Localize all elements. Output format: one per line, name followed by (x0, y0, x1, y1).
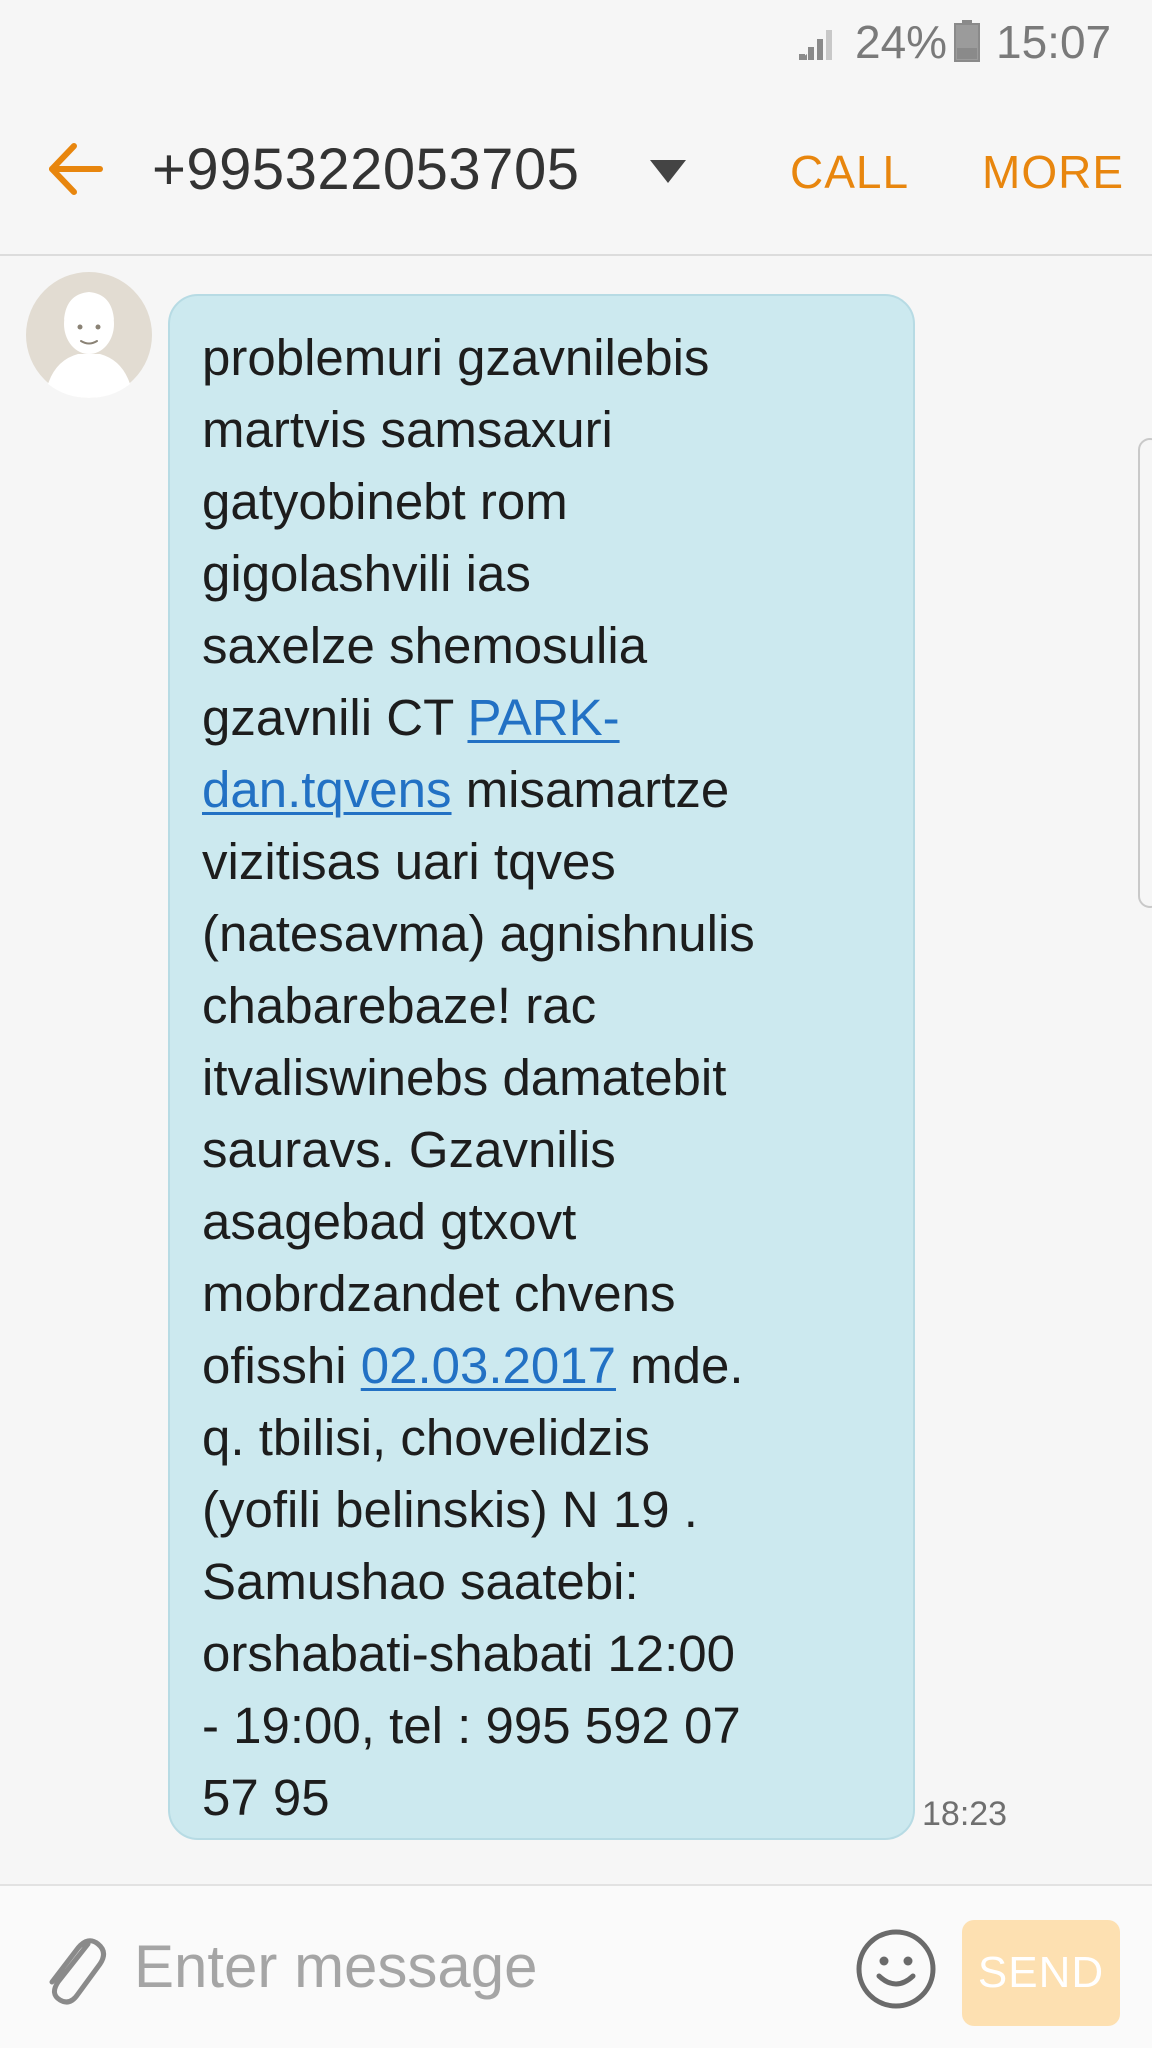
message-line: mobrdzandet chvens (202, 1258, 881, 1330)
arrow-left-icon[interactable] (44, 138, 106, 200)
message-line: orshabati-shabati 12:00 (202, 1618, 881, 1690)
message-line: martvis samsaxuri (202, 394, 881, 466)
app-header: +995322053705 CALL MORE (0, 86, 1152, 256)
message-bubble[interactable]: problemuri gzavnilebis martvis samsaxuri g… (168, 294, 915, 1840)
message-line: vizitisas uari tqves (202, 826, 881, 898)
message-text-segment: sauravs. Gzavnilis (202, 1121, 616, 1178)
message-line: saxelze shemosulia (202, 610, 881, 682)
message-text-segment: ofisshi (202, 1337, 361, 1394)
contact-number[interactable]: +995322053705 (152, 134, 579, 206)
message-line: 57 95 (202, 1762, 881, 1834)
message-text-segment: orshabati-shabati 12:00 (202, 1625, 736, 1682)
message-text-segment: 57 95 (202, 1769, 330, 1826)
message-line: ofisshi 02.03.2017 mde. (202, 1330, 881, 1402)
message-text-segment: q. tbilisi, chovelidzis (202, 1409, 650, 1466)
message-text-segment: (yofili belinskis) N 19 . (202, 1481, 698, 1538)
message-line: - 19:00, tel : 995 592 07 (202, 1690, 881, 1762)
message-link[interactable]: PARK- (467, 689, 619, 746)
scroll-handle[interactable] (1138, 438, 1152, 908)
status-bar: 24% 15:07 (0, 0, 1152, 86)
message-line: chabarebaze! rac (202, 970, 881, 1042)
message-line: (yofili belinskis) N 19 . (202, 1474, 881, 1546)
message-line: sauravs. Gzavnilis (202, 1114, 881, 1186)
message-line: gatyobinebt rom (202, 466, 881, 538)
default-avatar-icon[interactable] (26, 272, 152, 398)
message-text: problemuri gzavnilebis martvis samsaxuri g… (202, 322, 881, 1834)
message-text-segment: martvis samsaxuri (202, 401, 613, 458)
message-text-segment: misamartze (451, 761, 730, 818)
message-text-segment: (natesavma) agnishnulis (202, 905, 755, 962)
message-line: asagebad gtxovt (202, 1186, 881, 1258)
message-text-segment: mobrdzandet chvens (202, 1265, 676, 1322)
compose-bar: SEND (0, 1884, 1152, 2048)
message-text-segment: chabarebaze! rac (202, 977, 597, 1034)
message-text-segment: problemuri gzavnilebis (202, 329, 710, 386)
message-text-segment: asagebad gtxovt (202, 1193, 577, 1250)
message-link[interactable]: dan.tqvens (202, 761, 452, 818)
message-text-segment: gzavnili CT (202, 689, 468, 746)
clock: 15:07 (996, 16, 1112, 68)
triangle-down-icon[interactable] (648, 156, 688, 186)
message-text-segment: vizitisas uari tqves (202, 833, 616, 890)
message-line: q. tbilisi, chovelidzis (202, 1402, 881, 1474)
message-line: gzavnili CT PARK- (202, 682, 881, 754)
message-text-segment: saxelze shemosulia (202, 617, 648, 674)
paperclip-icon[interactable] (36, 1926, 108, 2010)
message-input[interactable] (134, 1916, 824, 2016)
message-text-segment: itvaliswinebs damatebit (202, 1049, 727, 1106)
signal-icon (799, 30, 832, 60)
message-text-segment: - 19:00, tel : 995 592 07 (202, 1697, 741, 1754)
message-text-segment: gatyobinebt rom (202, 473, 568, 530)
message-line: gigolashvili ias (202, 538, 881, 610)
message-line: dan.tqvens misamartze (202, 754, 881, 826)
conversation-thread: problemuri gzavnilebis martvis samsaxuri g… (0, 258, 1152, 1884)
message-text-segment: Samushao saatebi: (202, 1553, 639, 1610)
call-button[interactable]: CALL (790, 142, 909, 202)
message-line: itvaliswinebs damatebit (202, 1042, 881, 1114)
send-button[interactable]: SEND (962, 1920, 1120, 2026)
smiley-icon[interactable] (855, 1928, 937, 2010)
message-line: (natesavma) agnishnulis (202, 898, 881, 970)
message-text-segment: mde. (615, 1337, 744, 1394)
message-link[interactable]: 02.03.2017 (361, 1337, 616, 1394)
message-text-segment: gigolashvili ias (202, 545, 531, 602)
battery-icon (954, 20, 980, 62)
message-line: problemuri gzavnilebis (202, 322, 881, 394)
battery-percent: 24% (855, 16, 948, 68)
more-button[interactable]: MORE (982, 142, 1124, 202)
message-line: Samushao saatebi: (202, 1546, 881, 1618)
message-timestamp: 18:23 (922, 1795, 1008, 1833)
